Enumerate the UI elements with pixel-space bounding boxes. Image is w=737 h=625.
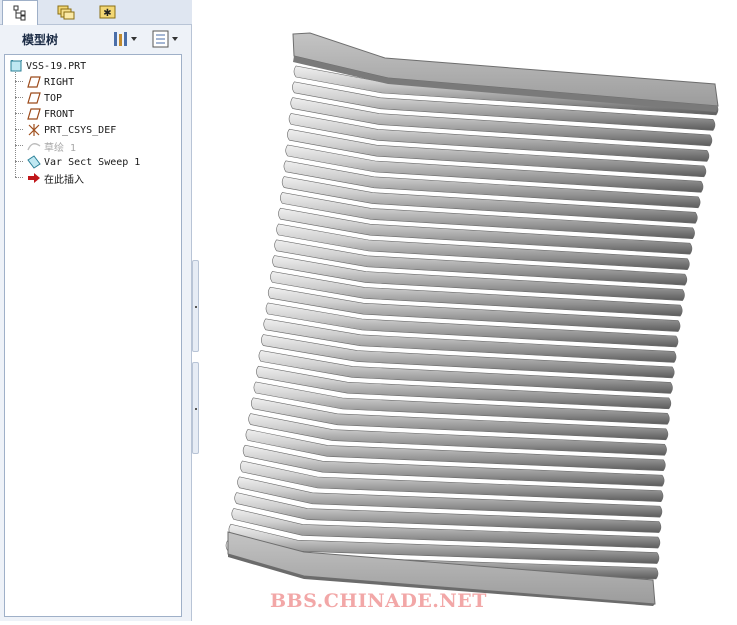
tree-item-part[interactable]: VSS-19.PRT bbox=[9, 58, 86, 74]
model-tree-icon bbox=[13, 5, 26, 21]
tree-item-label: 草绘 1 bbox=[44, 142, 77, 154]
tree-item-sweep[interactable]: Var Sect Sweep 1 bbox=[27, 154, 140, 170]
datum-plane-icon bbox=[27, 75, 41, 89]
navigator-panel: ✱ 模型树 VSS-19.PRT RIGHT TOP FRONT PRT_CSY… bbox=[0, 0, 192, 621]
tree-settings-icon bbox=[114, 32, 137, 46]
panel-sash-lower[interactable] bbox=[192, 362, 199, 454]
tree-item-top[interactable]: TOP bbox=[27, 90, 62, 106]
datum-plane-icon bbox=[27, 107, 41, 121]
tree-columns-button[interactable] bbox=[152, 29, 184, 49]
tree-item-insert-here[interactable]: 在此插入 bbox=[27, 170, 84, 186]
tree-item-front[interactable]: FRONT bbox=[27, 106, 74, 122]
corrugated-body bbox=[225, 65, 719, 580]
model-tree-header: 模型树 bbox=[4, 26, 188, 52]
tab-model-tree[interactable] bbox=[2, 0, 38, 25]
tab-favorites[interactable]: ✱ bbox=[90, 0, 126, 24]
insert-here-icon bbox=[27, 171, 41, 185]
datum-plane-icon bbox=[27, 91, 41, 105]
tree-settings-button[interactable] bbox=[112, 29, 140, 49]
tree-item-label: FRONT bbox=[44, 108, 75, 120]
tree-columns-icon bbox=[152, 30, 178, 48]
graphics-viewport[interactable] bbox=[200, 0, 737, 621]
tree-item-label: RIGHT bbox=[44, 76, 75, 88]
folder-browser-icon bbox=[57, 5, 75, 20]
tree-item-label: PRT_CSYS_DEF bbox=[44, 124, 117, 136]
part-icon bbox=[9, 59, 23, 73]
model-tree-title: 模型树 bbox=[22, 32, 59, 47]
model-tree: VSS-19.PRT RIGHT TOP FRONT PRT_CSYS_DEF bbox=[4, 54, 182, 617]
svg-text:✱: ✱ bbox=[103, 8, 111, 19]
coordinate-system-icon bbox=[27, 123, 41, 137]
tree-item-right[interactable]: RIGHT bbox=[27, 74, 74, 90]
model-render bbox=[225, 32, 719, 606]
sketch-icon bbox=[27, 139, 41, 153]
panel-sash-upper[interactable] bbox=[192, 260, 199, 352]
navigator-tabbar: ✱ bbox=[0, 0, 192, 25]
tree-item-label: 在此插入 bbox=[44, 174, 84, 186]
tab-folder-browser[interactable] bbox=[48, 0, 84, 24]
tree-item-label: VSS-19.PRT bbox=[26, 60, 87, 72]
tree-item-sketch[interactable]: 草绘 1 bbox=[27, 138, 76, 154]
tree-item-csys[interactable]: PRT_CSYS_DEF bbox=[27, 122, 116, 138]
watermark-text: BBS.CHINADE.NET bbox=[270, 590, 487, 612]
favorites-icon: ✱ bbox=[99, 5, 116, 19]
tree-item-label: Var Sect Sweep 1 bbox=[44, 156, 141, 168]
sweep-icon bbox=[27, 155, 41, 169]
tree-item-label: TOP bbox=[44, 92, 63, 104]
